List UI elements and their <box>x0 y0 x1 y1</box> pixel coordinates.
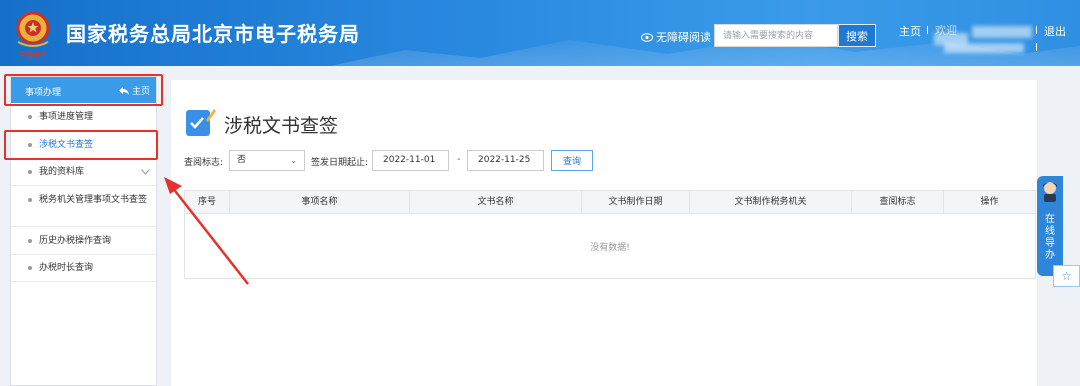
annotation-arrow <box>164 177 249 285</box>
